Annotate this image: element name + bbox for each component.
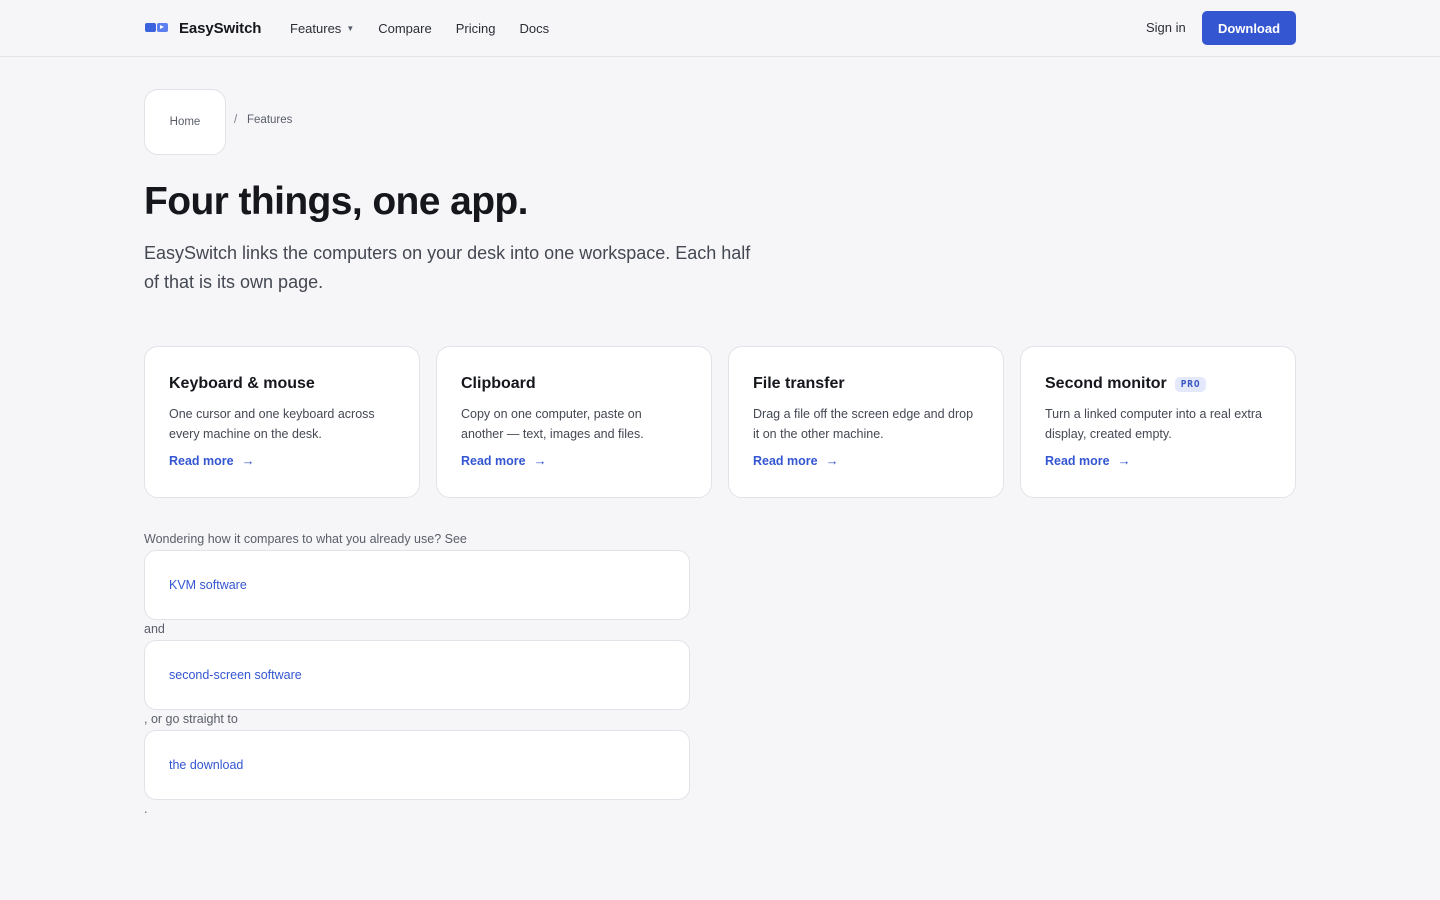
feature-card-keyboard-mouse: Keyboard & mouse One cursor and one keyb… [144,346,420,498]
nav-item-compare[interactable]: Compare [378,18,431,38]
page-title: Four things, one app. [144,180,528,223]
feature-title-text: Second monitor [1045,375,1167,392]
feature-card-description: One cursor and one keyboard across every… [169,407,375,441]
top-navigation-bar: EasySwitch Features ▼ Compare Pricing Do… [0,0,1440,57]
compare-end-text: . [144,802,148,816]
feature-card-title: Keyboard & mouse [169,374,395,394]
feature-card-title: File transfer [753,374,979,394]
read-more-link[interactable]: Read more → [1045,453,1131,468]
kvm-software-link[interactable]: KVM software [144,550,690,620]
read-more-label: Read more [169,453,234,468]
feature-card-title: Second monitor PRO [1045,374,1271,394]
read-more-label: Read more [461,453,526,468]
breadcrumb-home-link[interactable]: Home [144,89,226,155]
arrow-right-icon: → [1117,453,1131,468]
easyswitch-logo-icon [145,22,169,34]
feature-card-title: Clipboard [461,374,687,394]
pro-badge: PRO [1174,376,1207,392]
nav-item-docs[interactable]: Docs [519,18,549,38]
read-more-link[interactable]: Read more → [753,453,839,468]
sign-in-link[interactable]: Sign in [1146,18,1186,38]
nav-item-label: Features [290,20,342,36]
feature-title-text: Clipboard [461,375,536,392]
download-link[interactable]: the download [144,730,690,800]
compare-intro-text: Wondering how it compares to what you al… [144,532,467,546]
main-nav: Features ▼ Compare Pricing Docs [290,18,549,38]
breadcrumb-current: Features [247,114,293,126]
brand-logo-link[interactable]: EasySwitch [145,18,261,38]
feature-card-description: Drag a file off the screen edge and drop… [753,407,974,441]
feature-card-clipboard: Clipboard Copy on one computer, paste on… [436,346,712,498]
feature-card-second-monitor: Second monitor PRO Turn a linked compute… [1020,346,1296,498]
feature-card-description: Turn a linked computer into a real extra… [1045,407,1263,441]
breadcrumb-separator: / [234,114,238,126]
read-more-link[interactable]: Read more → [461,453,547,468]
chevron-down-icon: ▼ [346,24,355,33]
feature-card-file-transfer: File transfer Drag a file off the screen… [728,346,1004,498]
nav-item-pricing[interactable]: Pricing [456,18,496,38]
download-button[interactable]: Download [1202,11,1296,45]
read-more-link[interactable]: Read more → [169,453,255,468]
page-subtitle: EasySwitch links the computers on your d… [144,243,751,292]
compare-and-text: and [144,622,165,636]
feature-card-description: Copy on one computer, paste on another —… [461,407,644,441]
read-more-label: Read more [753,453,818,468]
brand-name: EasySwitch [179,19,262,37]
feature-title-text: Keyboard & mouse [169,375,315,392]
arrow-right-icon: → [241,453,255,468]
nav-item-features[interactable]: Features ▼ [290,18,354,38]
feature-title-text: File transfer [753,375,845,392]
arrow-right-icon: → [533,453,547,468]
arrow-right-icon: → [825,453,839,468]
second-screen-software-link[interactable]: second-screen software [144,640,690,710]
read-more-label: Read more [1045,453,1110,468]
compare-or-text: , or go straight to [144,712,238,726]
